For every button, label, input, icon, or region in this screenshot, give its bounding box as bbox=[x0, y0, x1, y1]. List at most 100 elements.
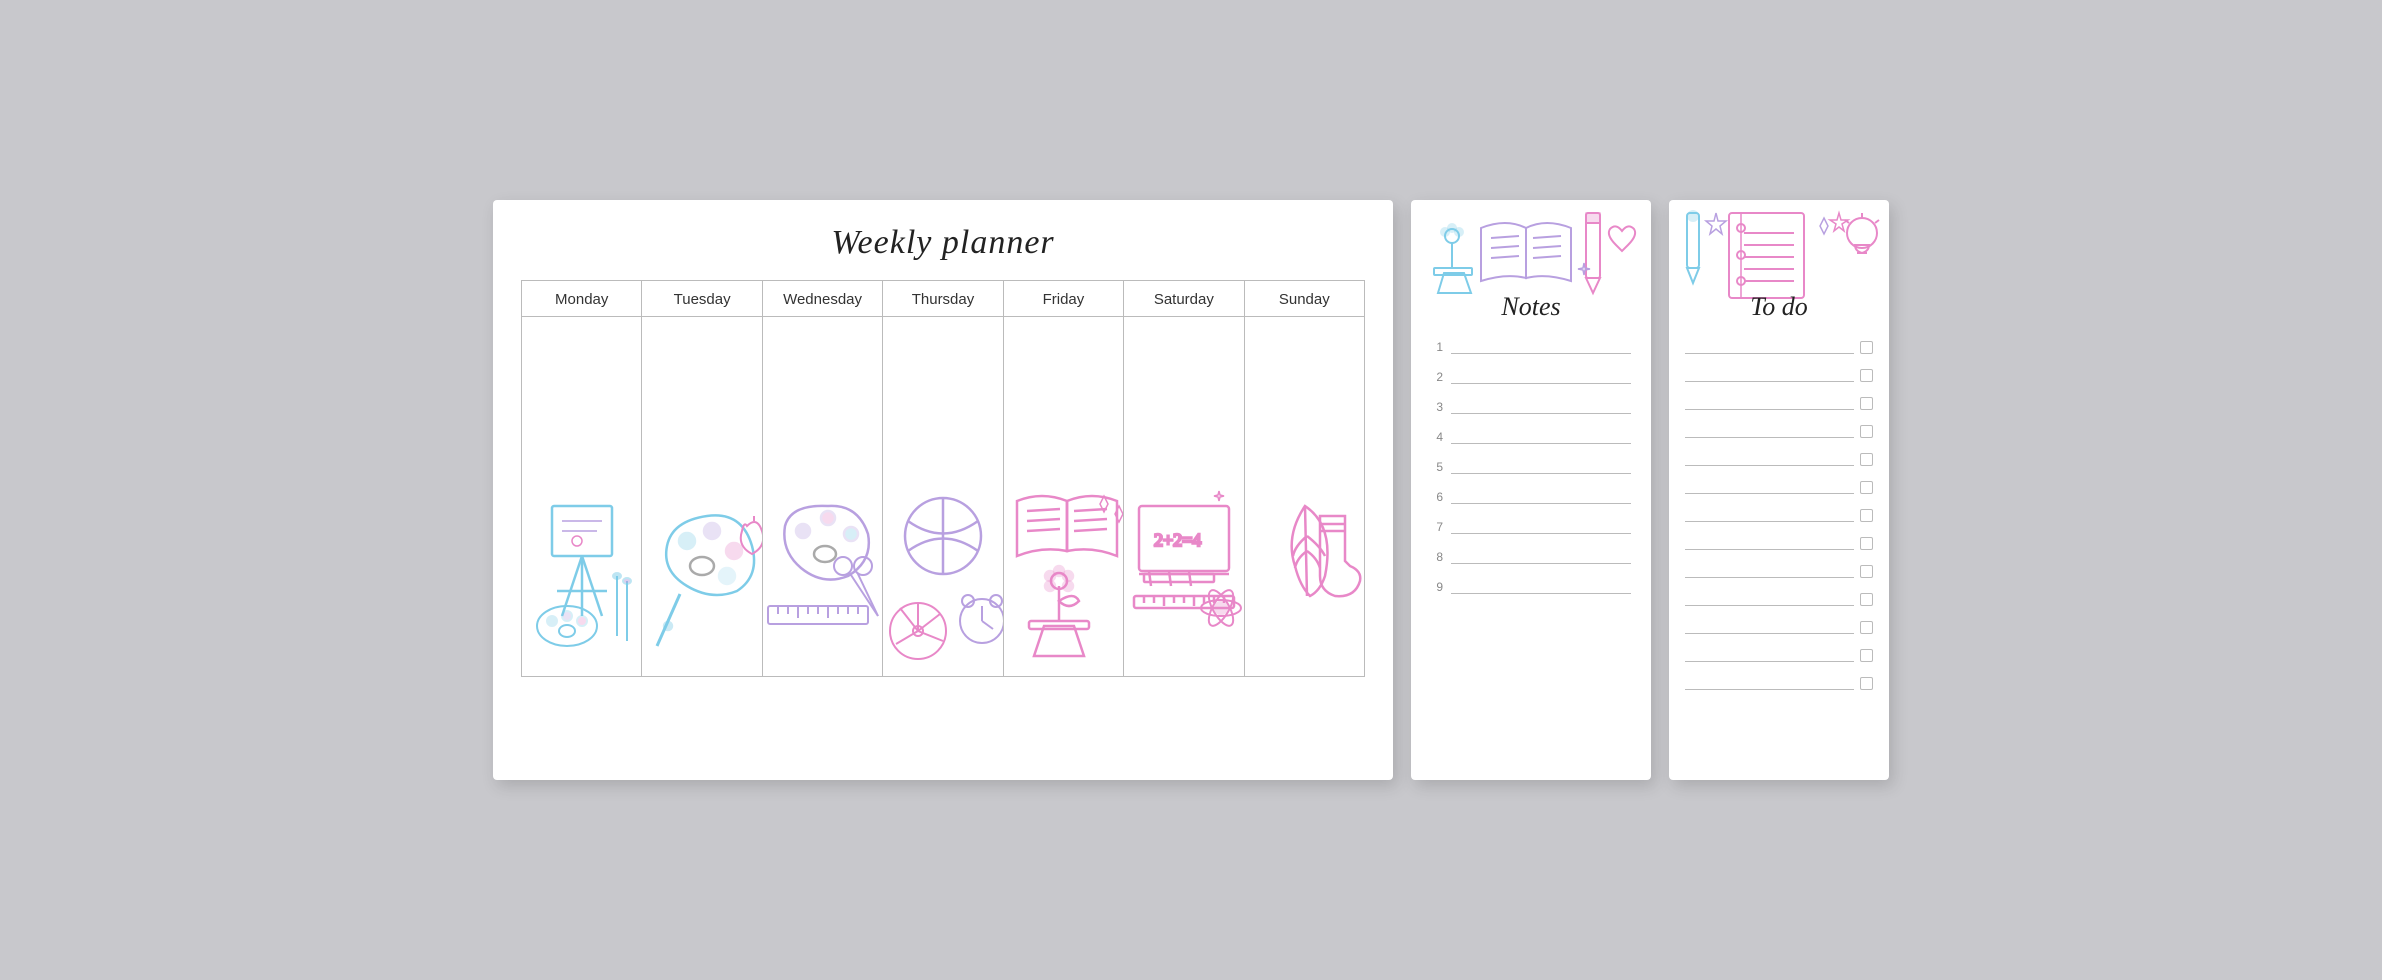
doodle-tuesday bbox=[642, 476, 761, 676]
note-underline-4 bbox=[1451, 430, 1631, 444]
todo-checkbox-10[interactable] bbox=[1860, 593, 1873, 606]
todo-underline-4 bbox=[1685, 424, 1854, 438]
day-body-saturday: 2+2=4 bbox=[1124, 317, 1244, 677]
todo-underline-2 bbox=[1685, 368, 1854, 382]
day-tuesday: Tuesday bbox=[642, 281, 762, 317]
day-wednesday: Wednesday bbox=[763, 281, 883, 317]
todo-underline-7 bbox=[1685, 508, 1854, 522]
day-body-sunday bbox=[1245, 317, 1365, 677]
todo-title: To do bbox=[1750, 292, 1808, 322]
day-body-wednesday bbox=[763, 317, 883, 677]
todo-underline-13 bbox=[1685, 676, 1854, 690]
day-body-tuesday bbox=[642, 317, 762, 677]
note-underline-6 bbox=[1451, 490, 1631, 504]
doodle-easel-icon bbox=[522, 476, 641, 676]
note-number-9: 9 bbox=[1431, 580, 1443, 594]
todo-checkbox-2[interactable] bbox=[1860, 369, 1873, 382]
todo-underline-12 bbox=[1685, 648, 1854, 662]
main-container: Weekly planner Monday Tuesday Wednesday … bbox=[493, 200, 1889, 780]
svg-text:2+2=4: 2+2=4 bbox=[1154, 530, 1201, 550]
note-underline-9 bbox=[1451, 580, 1631, 594]
doodle-sunday bbox=[1245, 476, 1364, 676]
todo-item-5 bbox=[1685, 452, 1873, 466]
todo-item-8 bbox=[1685, 536, 1873, 550]
doodle-monday bbox=[522, 476, 641, 676]
note-number-5: 5 bbox=[1431, 460, 1443, 474]
note-number-6: 6 bbox=[1431, 490, 1443, 504]
todo-underline-1 bbox=[1685, 340, 1854, 354]
todo-item-9 bbox=[1685, 564, 1873, 578]
doodle-thursday bbox=[883, 476, 1002, 676]
note-line-3: 3 bbox=[1431, 400, 1631, 414]
todo-item-3 bbox=[1685, 396, 1873, 410]
todo-checkbox-6[interactable] bbox=[1860, 481, 1873, 494]
doodle-ball-bicycle-icon bbox=[883, 476, 1002, 676]
weekly-planner-card: Weekly planner Monday Tuesday Wednesday … bbox=[493, 200, 1393, 780]
doodle-feather-sock-icon bbox=[1245, 476, 1364, 676]
todo-underline-11 bbox=[1685, 620, 1854, 634]
day-body-monday bbox=[522, 317, 642, 677]
note-number-8: 8 bbox=[1431, 550, 1443, 564]
todo-checkbox-13[interactable] bbox=[1860, 677, 1873, 690]
todo-underline-5 bbox=[1685, 452, 1854, 466]
todo-item-10 bbox=[1685, 592, 1873, 606]
note-line-8: 8 bbox=[1431, 550, 1631, 564]
day-monday: Monday bbox=[522, 281, 642, 317]
todo-item-11 bbox=[1685, 620, 1873, 634]
notes-title: Notes bbox=[1501, 292, 1560, 322]
todo-underline-3 bbox=[1685, 396, 1854, 410]
todo-item-13 bbox=[1685, 676, 1873, 690]
note-number-1: 1 bbox=[1431, 340, 1443, 354]
todo-checkbox-4[interactable] bbox=[1860, 425, 1873, 438]
todo-checkbox-11[interactable] bbox=[1860, 621, 1873, 634]
todo-item-7 bbox=[1685, 508, 1873, 522]
todo-lines-container bbox=[1669, 330, 1889, 714]
note-underline-1 bbox=[1451, 340, 1631, 354]
note-line-7: 7 bbox=[1431, 520, 1631, 534]
todo-checkbox-7[interactable] bbox=[1860, 509, 1873, 522]
planner-title: Weekly planner bbox=[521, 224, 1365, 262]
todo-checkbox-9[interactable] bbox=[1860, 565, 1873, 578]
todo-item-6 bbox=[1685, 480, 1873, 494]
note-line-9: 9 bbox=[1431, 580, 1631, 594]
note-number-3: 3 bbox=[1431, 400, 1443, 414]
notes-lines-container: 1 2 3 4 5 6 7 bbox=[1411, 330, 1651, 620]
note-underline-3 bbox=[1451, 400, 1631, 414]
notes-card: Notes 1 2 3 4 5 6 bbox=[1411, 200, 1651, 780]
todo-checkbox-1[interactable] bbox=[1860, 341, 1873, 354]
note-number-2: 2 bbox=[1431, 370, 1443, 384]
doodle-art-palette-icon bbox=[642, 476, 761, 676]
note-underline-2 bbox=[1451, 370, 1631, 384]
doodle-saturday: 2+2=4 bbox=[1124, 476, 1243, 676]
note-underline-7 bbox=[1451, 520, 1631, 534]
todo-checkbox-5[interactable] bbox=[1860, 453, 1873, 466]
note-line-4: 4 bbox=[1431, 430, 1631, 444]
todo-item-4 bbox=[1685, 424, 1873, 438]
todo-card: To do bbox=[1669, 200, 1889, 780]
todo-underline-6 bbox=[1685, 480, 1854, 494]
day-sunday: Sunday bbox=[1245, 281, 1365, 317]
day-thursday: Thursday bbox=[883, 281, 1003, 317]
doodle-chalkboard-atom-icon: 2+2=4 bbox=[1124, 476, 1243, 676]
todo-underline-8 bbox=[1685, 536, 1854, 550]
doodle-art-supplies-icon bbox=[763, 476, 882, 676]
todo-item-2 bbox=[1685, 368, 1873, 382]
doodle-wednesday bbox=[763, 476, 882, 676]
todo-underline-10 bbox=[1685, 592, 1854, 606]
day-friday: Friday bbox=[1004, 281, 1124, 317]
day-body-friday bbox=[1004, 317, 1124, 677]
todo-item-1 bbox=[1685, 340, 1873, 354]
todo-checkbox-12[interactable] bbox=[1860, 649, 1873, 662]
todo-header: To do bbox=[1669, 200, 1889, 330]
note-line-5: 5 bbox=[1431, 460, 1631, 474]
days-grid: Monday Tuesday Wednesday Thursday Friday… bbox=[521, 280, 1365, 677]
note-underline-8 bbox=[1451, 550, 1631, 564]
day-body-thursday bbox=[883, 317, 1003, 677]
note-line-2: 2 bbox=[1431, 370, 1631, 384]
day-saturday: Saturday bbox=[1124, 281, 1244, 317]
note-underline-5 bbox=[1451, 460, 1631, 474]
notes-header: Notes bbox=[1411, 200, 1651, 330]
todo-item-12 bbox=[1685, 648, 1873, 662]
todo-checkbox-3[interactable] bbox=[1860, 397, 1873, 410]
todo-checkbox-8[interactable] bbox=[1860, 537, 1873, 550]
